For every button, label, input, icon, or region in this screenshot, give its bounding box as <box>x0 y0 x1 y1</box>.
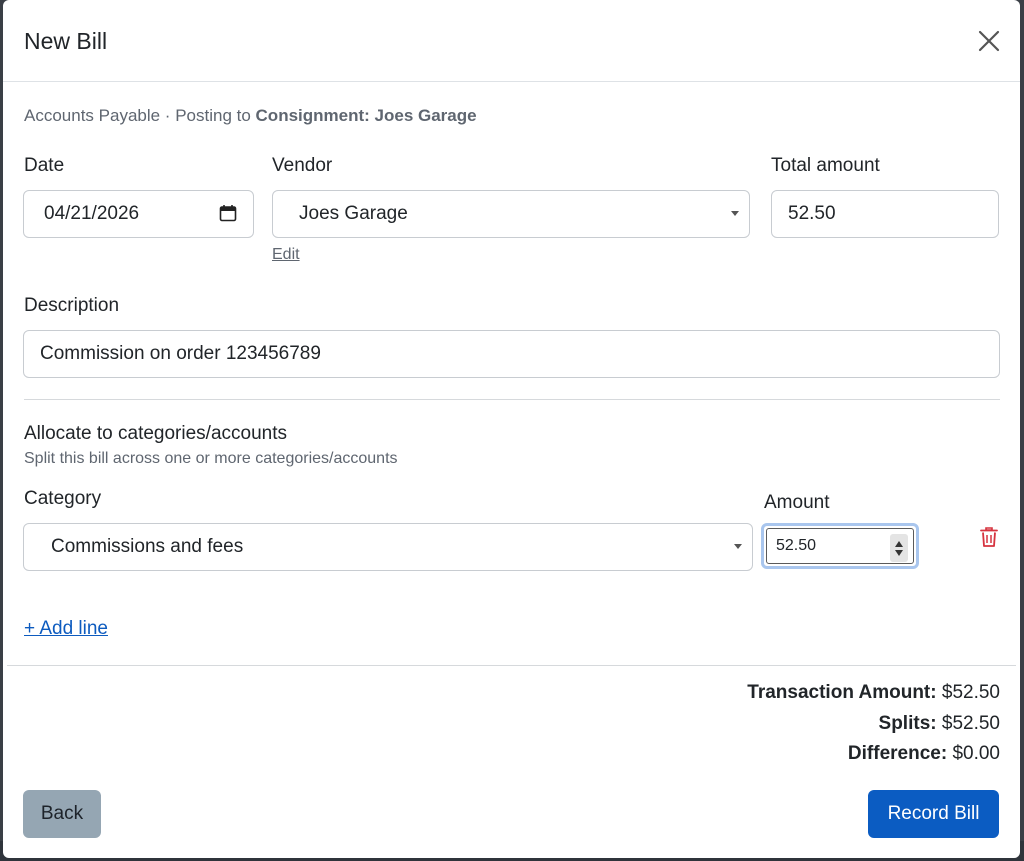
vendor-select[interactable]: Joes Garage <box>272 190 750 238</box>
description-input[interactable]: Commission on order 123456789 <box>23 330 1000 378</box>
description-value: Commission on order 123456789 <box>40 343 321 364</box>
allocation-title: Allocate to categories/accounts <box>24 423 287 444</box>
trash-icon[interactable] <box>979 526 999 548</box>
posting-target: Consignment: Joes Garage <box>255 106 477 125</box>
edit-vendor-link[interactable]: Edit <box>272 246 300 264</box>
category-select[interactable]: Commissions and fees <box>23 523 753 571</box>
amount-label: Amount <box>764 492 830 513</box>
allocation-subtitle: Split this bill across one or more categ… <box>24 450 398 467</box>
stepper-down-icon[interactable] <box>895 550 903 556</box>
split-amount-box: 52.50 <box>766 528 914 564</box>
calendar-icon[interactable] <box>219 204 237 222</box>
splits-label: Splits: <box>878 713 937 734</box>
splits-value: $52.50 <box>941 713 1000 734</box>
close-icon <box>978 30 1000 52</box>
description-label: Description <box>24 295 120 316</box>
footer-divider <box>7 665 1016 666</box>
total-amount-value: 52.50 <box>788 203 836 224</box>
transaction-amount-label: Transaction Amount: <box>747 682 937 703</box>
posting-subline: Accounts Payable · Posting to Consignmen… <box>24 106 477 126</box>
chevron-down-icon <box>731 211 739 216</box>
record-bill-button[interactable]: Record Bill <box>868 790 999 838</box>
modal-header: New Bill <box>3 0 1020 82</box>
splits-row: Splits: $52.50 <box>879 713 1000 735</box>
vendor-value: Joes Garage <box>299 203 408 224</box>
total-amount-input[interactable]: 52.50 <box>771 190 999 238</box>
close-button[interactable] <box>976 28 1002 54</box>
transaction-amount-row: Transaction Amount: $52.50 <box>747 682 1000 704</box>
add-line-link[interactable]: + Add line <box>24 618 108 640</box>
stepper-up-icon[interactable] <box>895 541 903 547</box>
difference-value: $0.00 <box>952 743 1000 764</box>
total-amount-label: Total amount <box>771 155 880 176</box>
difference-label: Difference: <box>847 743 948 764</box>
transaction-amount-value: $52.50 <box>941 682 1000 703</box>
date-input[interactable]: 04/21/2026 <box>23 190 254 238</box>
modal-title: New Bill <box>24 28 108 54</box>
split-amount-value: 52.50 <box>776 537 817 554</box>
subline-prefix: Accounts Payable · Posting to <box>24 106 251 125</box>
new-bill-modal: New Bill Accounts Payable · Posting to C… <box>3 0 1020 858</box>
difference-row: Difference: $0.00 <box>848 743 1000 765</box>
category-label: Category <box>24 488 102 509</box>
chevron-down-icon <box>734 544 742 549</box>
back-button[interactable]: Back <box>23 790 101 838</box>
vendor-label: Vendor <box>272 155 333 176</box>
category-value: Commissions and fees <box>51 536 244 557</box>
section-divider <box>24 399 1000 400</box>
date-value: 04/21/2026 <box>44 203 140 224</box>
date-label: Date <box>24 155 65 176</box>
split-amount-input[interactable]: 52.50 <box>761 523 919 569</box>
amount-stepper[interactable] <box>890 534 908 562</box>
